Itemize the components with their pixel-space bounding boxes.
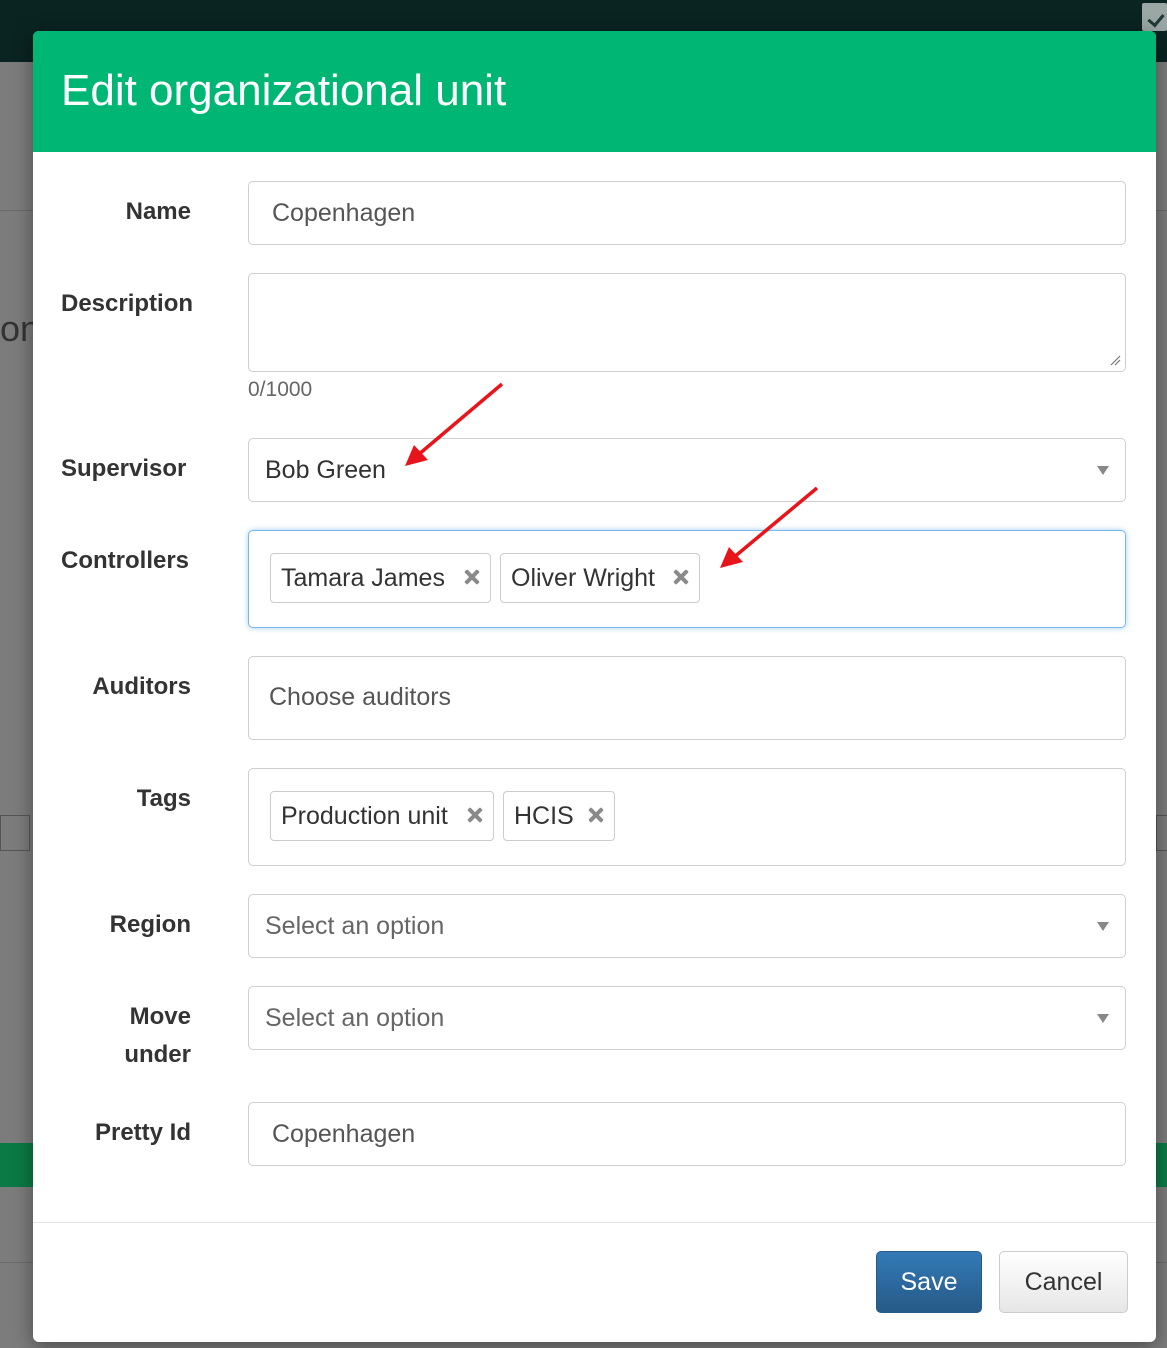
move-under-placeholder: Select an option (265, 1004, 445, 1032)
supervisor-label: Supervisor (61, 455, 187, 482)
remove-tag-icon[interactable] (671, 567, 691, 587)
pretty-id-label: Pretty Id (94, 1119, 191, 1146)
background-add-button[interactable] (1156, 1143, 1167, 1187)
tags-multiselect[interactable]: Production unit HCIS (248, 768, 1126, 866)
modal-header: Edit organizational unit (33, 31, 1156, 152)
save-button[interactable]: Save (876, 1251, 982, 1313)
background-table-cell (1156, 815, 1167, 851)
name-label: Name (125, 198, 191, 225)
controller-tag-label: Oliver Wright (511, 564, 656, 592)
dropdown-caret-icon (1097, 466, 1109, 475)
edit-unit-modal: Edit organizational unit Name Descriptio… (33, 31, 1156, 1342)
dropdown-caret-icon (1097, 1014, 1109, 1023)
remove-tag-icon[interactable] (586, 805, 606, 825)
remove-tag-icon[interactable] (465, 805, 485, 825)
auditors-multiselect[interactable]: Choose auditors (248, 656, 1126, 740)
controllers-label: Controllers (61, 547, 190, 574)
supervisor-select[interactable]: Bob Green (248, 438, 1126, 502)
region-select[interactable]: Select an option (248, 894, 1126, 958)
dropdown-caret-icon (1097, 922, 1109, 931)
resize-grip-icon[interactable] (1109, 354, 1121, 366)
background-table-cell (0, 815, 30, 851)
move-under-label-line: Move (129, 1003, 191, 1030)
tag-chip-label: HCIS (514, 802, 574, 830)
tag-chip: Production unit (270, 791, 494, 841)
controller-tag: Oliver Wright (500, 553, 700, 603)
checkmark-icon[interactable] (1142, 3, 1167, 31)
auditors-placeholder: Choose auditors (269, 683, 452, 711)
description-textarea[interactable] (248, 273, 1126, 372)
tag-chip: HCIS (503, 791, 615, 841)
region-placeholder: Select an option (265, 912, 445, 940)
move-under-label-line: under (124, 1041, 191, 1068)
auditors-label: Auditors (92, 673, 191, 700)
description-label: Description (61, 290, 194, 317)
controller-tag: Tamara James (270, 553, 491, 603)
modal-title: Edit organizational unit (61, 66, 507, 115)
tags-label: Tags (136, 785, 191, 812)
controller-tag-label: Tamara James (281, 564, 445, 592)
remove-tag-icon[interactable] (462, 567, 482, 587)
background-add-button[interactable] (0, 1143, 34, 1187)
region-label: Region (109, 911, 191, 938)
supervisor-selected-value: Bob Green (265, 456, 386, 484)
pretty-id-input[interactable] (248, 1102, 1126, 1166)
modal-footer-divider (33, 1222, 1156, 1223)
move-under-select[interactable]: Select an option (248, 986, 1126, 1050)
controllers-multiselect[interactable]: Tamara James Oliver Wright (248, 530, 1126, 628)
cancel-button[interactable]: Cancel (999, 1251, 1128, 1313)
move-under-label: Move under (33, 1002, 191, 1070)
tag-chip-label: Production unit (281, 802, 448, 830)
name-input[interactable] (248, 181, 1126, 245)
description-char-count: 0/1000 (248, 378, 313, 401)
